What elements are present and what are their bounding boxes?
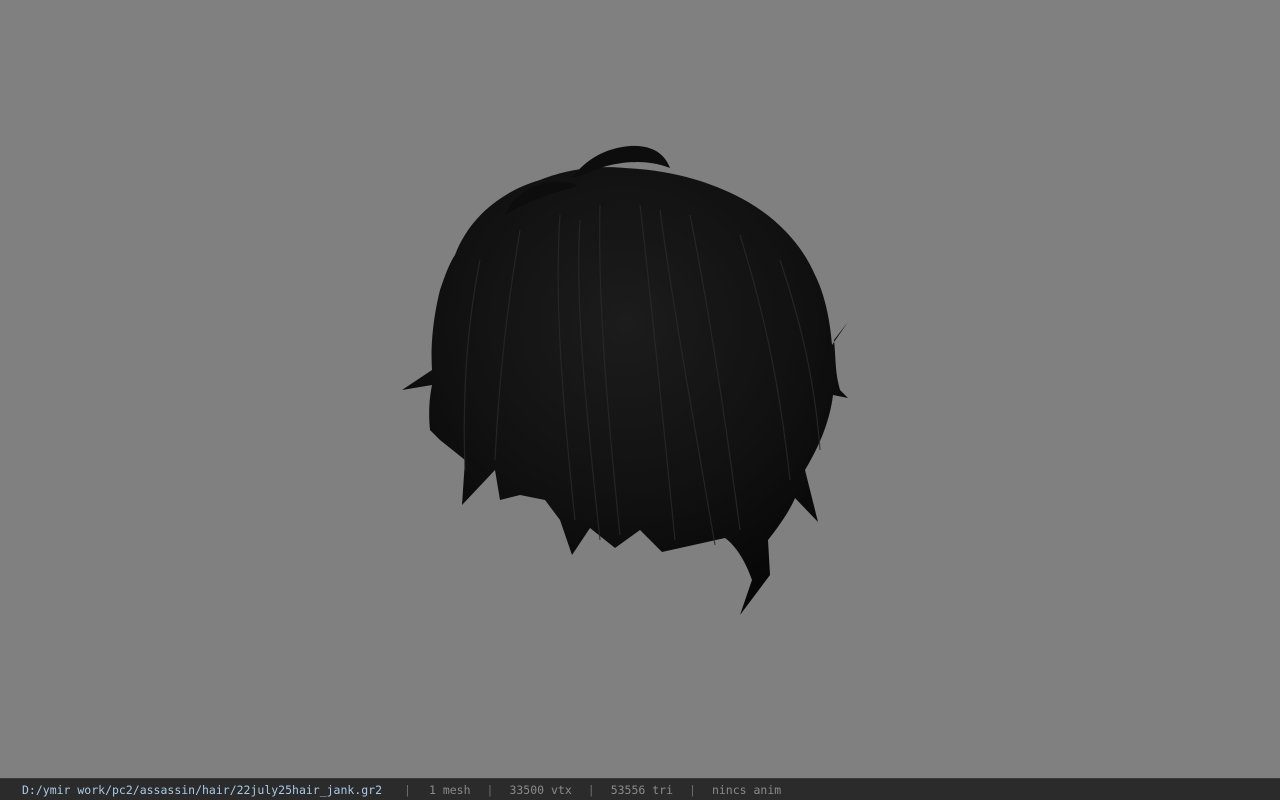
- separator: |: [486, 782, 494, 797]
- triangle-count: 53556 tri: [610, 782, 674, 797]
- animation-status: nincs anim: [711, 782, 782, 797]
- status-bar: D:/ymir work/pc2/assassin/hair/22july25h…: [0, 778, 1280, 800]
- hair-model[interactable]: [0, 0, 1280, 778]
- separator: |: [689, 782, 696, 797]
- file-path: D:/ymir work/pc2/assassin/hair/22july25h…: [22, 782, 383, 797]
- mesh-count: 1 mesh: [428, 782, 471, 797]
- hair-mass: [402, 167, 848, 615]
- 3d-viewport[interactable]: [0, 0, 1280, 778]
- separator: |: [404, 782, 411, 797]
- separator: |: [587, 782, 595, 797]
- vertex-count: 33500 vtx: [509, 782, 572, 797]
